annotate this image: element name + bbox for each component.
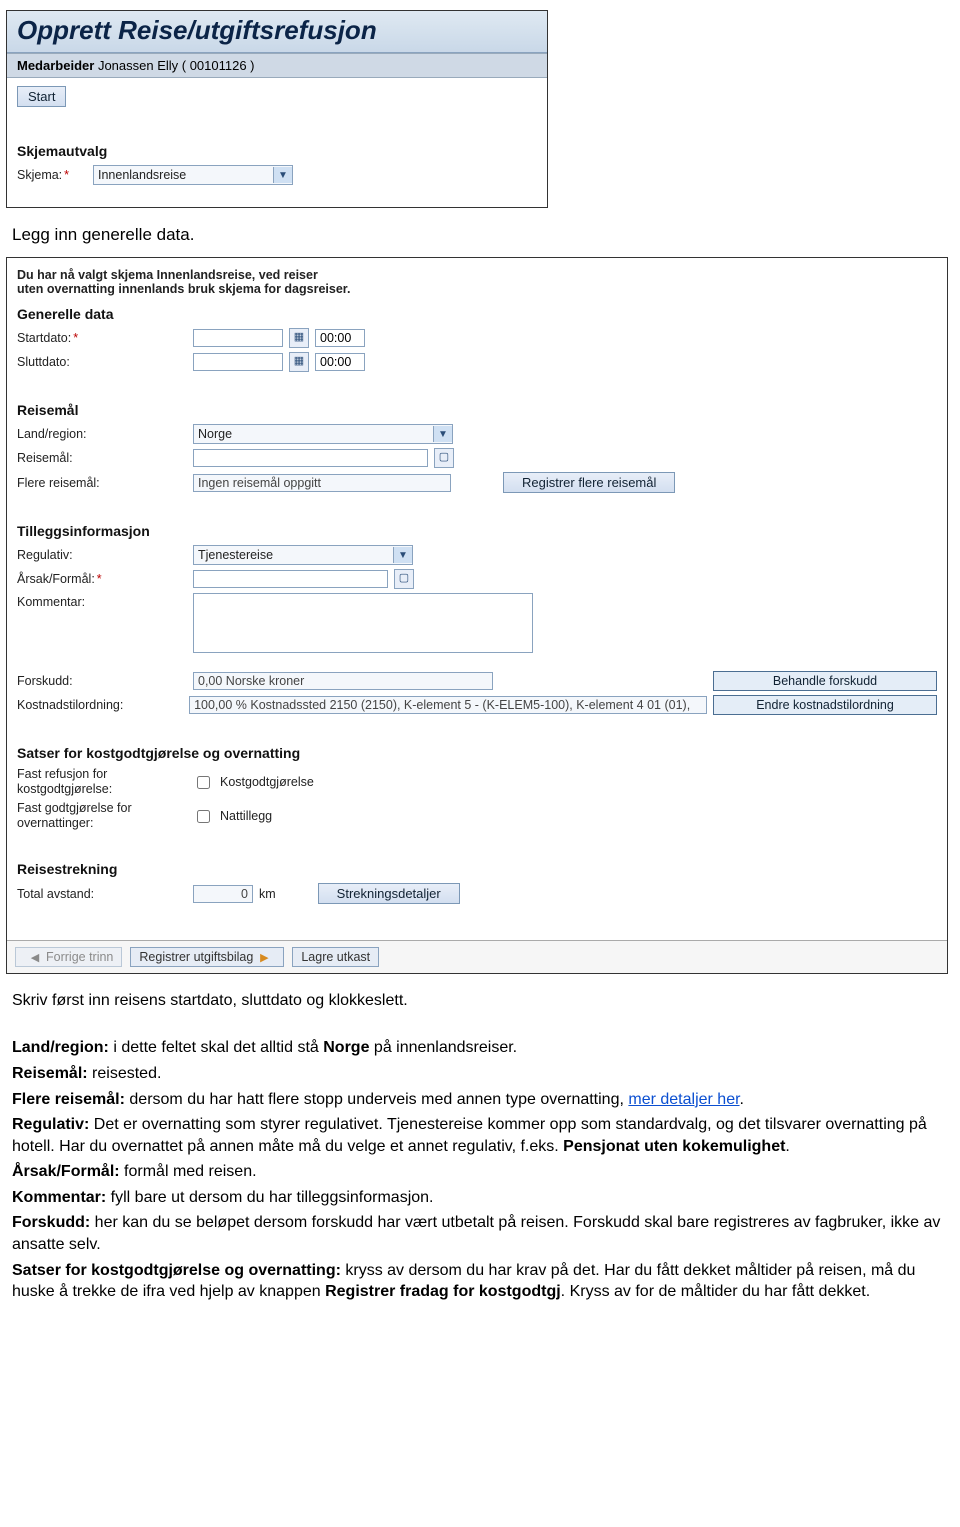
lagre-utkast-button[interactable]: Lagre utkast — [292, 947, 379, 967]
calendar-icon[interactable]: ▦ — [289, 352, 309, 372]
fast-natt-label: Fast godtgjørelse for overnattinger: — [17, 801, 187, 831]
slutttid-input[interactable] — [315, 353, 365, 371]
aarsak-input[interactable] — [193, 570, 388, 588]
section-general: Generelle data — [7, 306, 947, 322]
arrow-left-icon: ◀ — [28, 950, 42, 964]
kostnadstilordning-readonly — [189, 696, 707, 714]
section-reisemal: Reisemål — [7, 402, 947, 418]
skjemautvalg-title: Skjemautvalg — [7, 143, 547, 159]
instr-p8: Satser for kostgodtgjørelse og overnatti… — [12, 1260, 948, 1303]
intro-text: Legg inn generelle data. — [6, 218, 954, 257]
employee-value: Jonassen Elly ( 00101126 ) — [98, 58, 255, 73]
instr-p7: Forskudd: her kan du se beløpet dersom f… — [12, 1212, 948, 1255]
total-avstand-readonly — [193, 885, 253, 903]
instr-p4: Regulativ: Det er overnatting som styrer… — [12, 1114, 948, 1157]
panel-header: Opprett Reise/utgiftsrefusjon — [7, 11, 547, 53]
skjema-dropdown[interactable]: Innenlandsreise ▼ — [93, 165, 293, 185]
instr-p0: Skriv først inn reisens startdato, slutt… — [12, 990, 948, 1012]
kostnadstilordning-label: Kostnadstilordning: — [17, 698, 183, 712]
skjema-label: Skjema:* — [17, 168, 87, 182]
landregion-value: Norge — [198, 427, 232, 441]
section-tillegg: Tilleggsinformasjon — [7, 523, 947, 539]
reisemal-label: Reisemål: — [17, 451, 187, 465]
startdato-label: Startdato:* — [17, 331, 187, 345]
calendar-icon[interactable]: ▦ — [289, 328, 309, 348]
wizard-footer: ◀ Forrige trinn Registrer utgiftsbilag ▶… — [7, 940, 947, 973]
endre-kostnadstilordning-button[interactable]: Endre kostnadstilordning — [713, 695, 937, 715]
landregion-dropdown[interactable]: Norge ▼ — [193, 424, 453, 444]
total-avstand-label: Total avstand: — [17, 887, 187, 901]
instr-p5: Årsak/Formål: formål med reisen. — [12, 1161, 948, 1183]
start-button-label: Start — [28, 89, 55, 104]
section-strekning: Reisestrekning — [7, 861, 947, 877]
instr-p2: Reisemål: reisested. — [12, 1063, 948, 1085]
regulativ-value: Tjenestereise — [198, 548, 273, 562]
general-data-panel: Du har nå valgt skjema Innenlandsreise, … — [6, 257, 948, 974]
startdato-input[interactable] — [193, 329, 283, 347]
kostgodtgjorelse-checkbox[interactable] — [197, 776, 210, 789]
employee-bar: Medarbeider Jonassen Elly ( 00101126 ) — [7, 53, 547, 78]
regulativ-label: Regulativ: — [17, 548, 187, 562]
flere-reisemal-label: Flere reisemål: — [17, 476, 187, 490]
registrer-utgiftsbilag-button[interactable]: Registrer utgiftsbilag ▶ — [130, 947, 284, 967]
nattillegg-checkbox[interactable] — [197, 810, 210, 823]
regulativ-dropdown[interactable]: Tjenestereise ▼ — [193, 545, 413, 565]
create-expense-panel: Opprett Reise/utgiftsrefusjon Medarbeide… — [6, 10, 548, 208]
kostgodtgjorelse-cb-label: Kostgodtgjørelse — [220, 775, 314, 789]
reisemal-input[interactable] — [193, 449, 428, 467]
lookup-icon[interactable]: ▢ — [394, 569, 414, 589]
forskudd-label: Forskudd: — [17, 674, 187, 688]
instr-p1: Land/region: i dette feltet skal det all… — [12, 1037, 948, 1059]
panel-title: Opprett Reise/utgiftsrefusjon — [17, 15, 537, 46]
forrige-trinn-button: ◀ Forrige trinn — [15, 947, 122, 967]
fast-kost-label: Fast refusjon for kostgodtgjørelse: — [17, 767, 187, 797]
strekningsdetaljer-button[interactable]: Strekningsdetaljer — [318, 883, 460, 904]
instr-p3: Flere reisemål: dersom du har hatt flere… — [12, 1089, 948, 1111]
instr-p6: Kommentar: fyll bare ut dersom du har ti… — [12, 1187, 948, 1209]
chevron-down-icon: ▼ — [393, 547, 412, 563]
km-label: km — [259, 887, 276, 901]
mer-detaljer-link[interactable]: mer detaljer her — [628, 1091, 739, 1108]
flere-reisemal-readonly — [193, 474, 451, 492]
section-satser: Satser for kostgodtgjørelse og overnatti… — [7, 745, 947, 761]
start-button[interactable]: Start — [17, 86, 66, 107]
instructions-block: Skriv først inn reisens startdato, slutt… — [6, 984, 954, 1317]
skjema-dropdown-value: Innenlandsreise — [98, 168, 186, 182]
starttid-input[interactable] — [315, 329, 365, 347]
register-flere-reisemal-button[interactable]: Registrer flere reisemål — [503, 472, 675, 493]
kommentar-textarea[interactable] — [193, 593, 533, 653]
nattillegg-cb-label: Nattillegg — [220, 809, 272, 823]
sluttdato-label: Sluttdato: — [17, 355, 187, 369]
forskudd-readonly — [193, 672, 493, 690]
behandle-forskudd-button[interactable]: Behandle forskudd — [713, 671, 937, 691]
chevron-down-icon: ▼ — [273, 167, 292, 183]
lookup-icon[interactable]: ▢ — [434, 448, 454, 468]
aarsak-label: Årsak/Formål:* — [17, 572, 187, 586]
info-line1: Du har nå valgt skjema Innenlandsreise, … — [17, 268, 318, 282]
chevron-down-icon: ▼ — [433, 426, 452, 442]
landregion-label: Land/region: — [17, 427, 187, 441]
info-line2: uten overnatting innenlands bruk skjema … — [17, 282, 350, 296]
sluttdato-input[interactable] — [193, 353, 283, 371]
arrow-right-icon: ▶ — [257, 950, 271, 964]
employee-label: Medarbeider — [17, 58, 94, 73]
kommentar-label: Kommentar: — [17, 593, 187, 609]
